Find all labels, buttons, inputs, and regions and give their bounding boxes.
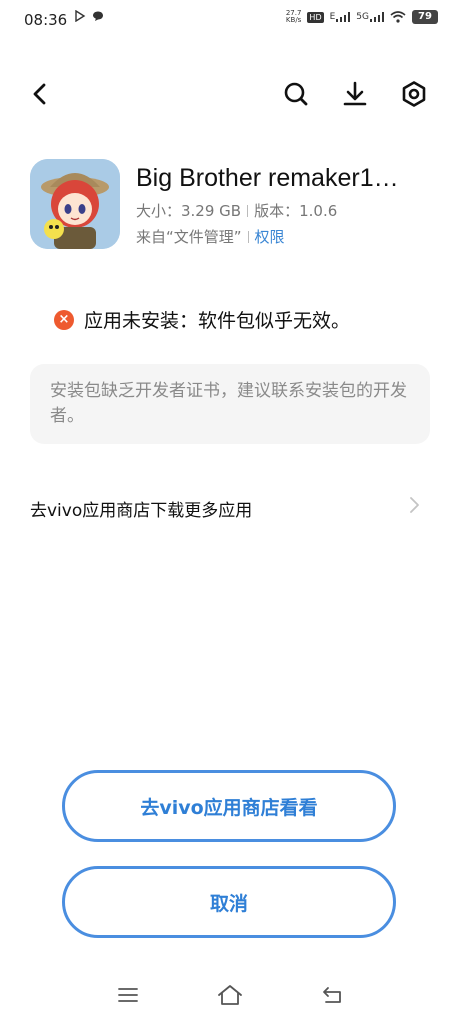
battery-icon: 79 — [412, 10, 438, 24]
app-size: 大小：3.29 GB — [136, 202, 242, 220]
store-link-row[interactable]: 去vivo应用商店下载更多应用 — [30, 484, 430, 528]
divider — [247, 230, 249, 243]
back-nav-icon[interactable] — [322, 986, 344, 1004]
status-time: 08:36 — [24, 11, 68, 29]
app-version: 版本：1.0.6 — [254, 202, 338, 220]
app-source: 来自“文件管理” — [136, 228, 242, 246]
error-reason: 安装包缺乏开发者证书，建议联系安装包的开发者。 — [50, 381, 407, 426]
hd-badge: HD — [307, 11, 324, 23]
app-name: Big Brother remaker1… — [136, 164, 399, 192]
play-store-icon — [75, 10, 86, 22]
app-meta: 大小：3.29 GB 版本：1.0.6 — [136, 200, 337, 221]
settings-icon[interactable] — [400, 80, 428, 108]
net-speed: 27.7 KB/s — [285, 9, 302, 24]
download-icon[interactable] — [341, 80, 369, 108]
error-title: 应用未安装：软件包似乎无效。 — [84, 310, 351, 332]
menu-icon[interactable] — [118, 987, 138, 1003]
app-source-row: 来自“文件管理” 权限 — [136, 226, 285, 247]
wifi-icon — [390, 11, 406, 23]
message-icon — [93, 11, 103, 21]
divider — [247, 204, 249, 217]
permissions-link[interactable]: 权限 — [255, 226, 285, 247]
error-icon: × — [54, 309, 74, 330]
chevron-right-icon — [410, 497, 419, 513]
signal-icon-2: 5G — [356, 12, 384, 22]
signal-icon-1: E — [330, 12, 351, 22]
go-to-store-button[interactable]: 去vivo应用商店看看 — [62, 770, 396, 842]
store-link-label: 去vivo应用商店下载更多应用 — [30, 501, 253, 521]
home-icon[interactable] — [217, 984, 243, 1006]
back-button[interactable] — [26, 80, 54, 108]
status-left-icons — [74, 10, 104, 22]
app-icon — [30, 159, 120, 249]
status-right: 27.7 KB/s HD E 5G 79 — [286, 10, 438, 24]
search-icon[interactable] — [282, 80, 310, 108]
error-reason-box: 安装包缺乏开发者证书，建议联系安装包的开发者。 — [30, 364, 430, 444]
cancel-button[interactable]: 取消 — [62, 866, 396, 938]
error-row: × 应用未安装：软件包似乎无效。 — [54, 306, 350, 333]
